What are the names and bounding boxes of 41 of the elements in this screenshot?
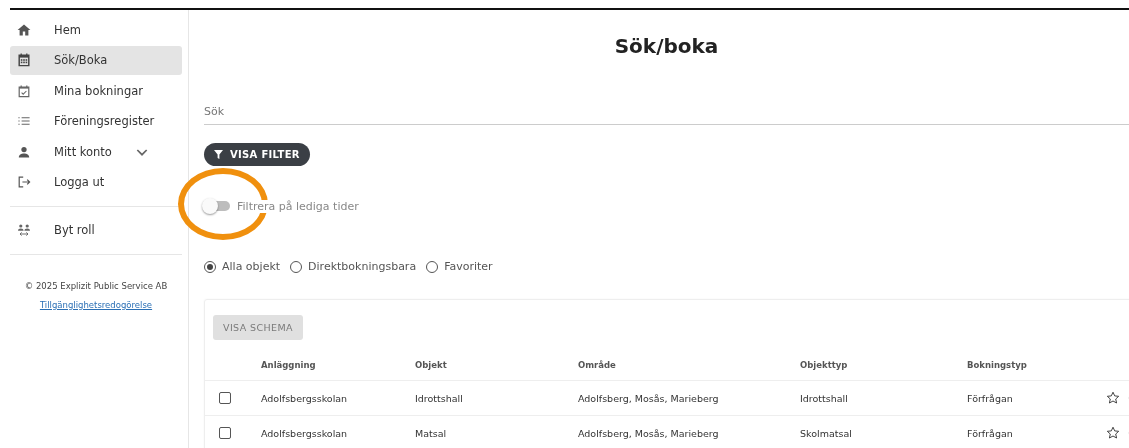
sidebar-item[interactable]: Mitt konto (10, 137, 182, 166)
sidebar-item[interactable]: Logga ut (10, 167, 182, 197)
search-field[interactable]: Sök (204, 101, 1129, 125)
filter-button[interactable]: VISA FILTER (204, 143, 310, 166)
checkbox[interactable] (219, 392, 231, 404)
calendar-icon (16, 52, 32, 68)
accessibility-link[interactable]: Tillgänglighetsredogörelse (39, 299, 153, 310)
sidebar-item[interactable]: Mina bokningar (10, 76, 182, 105)
toggle-switch[interactable] (204, 201, 230, 211)
column-header: Anläggning (261, 350, 415, 381)
table-cell: Idrottshall (800, 392, 848, 404)
column-header: Område (578, 350, 800, 381)
sidebar-item[interactable]: Föreningsregister (10, 106, 182, 136)
table-cell: Adolfsberg, Mosås, Marieberg (578, 427, 719, 439)
radio-option[interactable]: Direktbokningsbara (290, 260, 417, 273)
table-cell: Skolmatsal (800, 427, 852, 439)
calendar-check-icon (16, 82, 32, 99)
star-icon[interactable] (1106, 426, 1120, 440)
table-cell: Idrottshall (415, 392, 463, 404)
column-header: Objekt (415, 350, 578, 381)
radio-option[interactable]: Alla objekt (204, 260, 281, 273)
page-title: Sök/boka (613, 34, 720, 58)
sidebar-item[interactable]: Hem (10, 15, 182, 44)
copyright-text: © 2025 Explizit Public Service AB (23, 280, 169, 291)
star-icon[interactable] (1106, 391, 1120, 405)
checkbox[interactable] (219, 427, 231, 439)
table-cell: Förfrågan (967, 392, 1013, 404)
table-cell: Matsal (415, 427, 447, 439)
logout-icon (16, 174, 32, 190)
sidebar-item[interactable]: Sök/Boka (10, 45, 182, 75)
table-cell: Adolfsbergsskolan (261, 427, 348, 439)
radio-option[interactable]: Favoriter (426, 260, 493, 273)
toggle-label: Filtrera på lediga tider (236, 199, 360, 213)
column-header: Objekttyp (800, 350, 967, 381)
table-cell: Adolfsbergsskolan (261, 392, 348, 404)
sidebar-item[interactable]: Byt roll (10, 215, 182, 244)
column-header: Bokningstyp (967, 350, 1106, 381)
people-icon (16, 221, 32, 238)
filter-icon (214, 150, 223, 159)
table-cell: Förfrågan (967, 427, 1013, 439)
table-cell: Adolfsberg, Mosås, Marieberg (578, 392, 719, 404)
